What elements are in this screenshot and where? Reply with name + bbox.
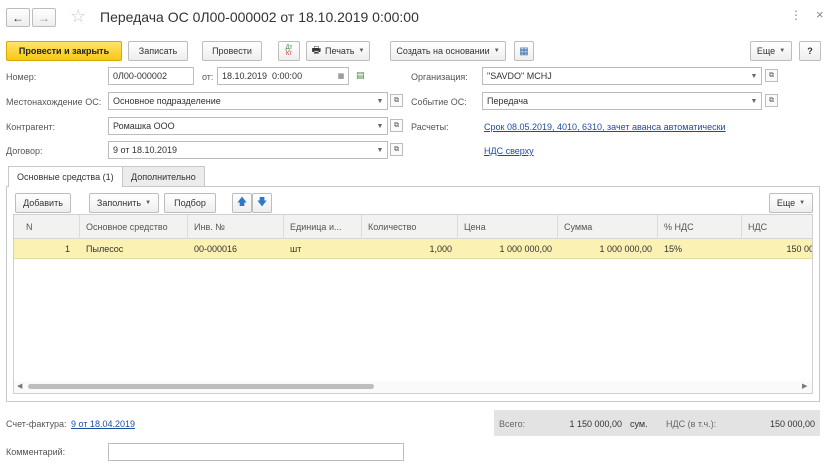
- print-button[interactable]: 🖶 Печать ▼: [306, 41, 370, 61]
- contractor-field[interactable]: Ромашка ООО: [108, 117, 388, 135]
- chevron-down-icon[interactable]: ▼: [747, 67, 761, 85]
- chevron-down-icon[interactable]: ▼: [373, 117, 387, 135]
- fill-date-icon[interactable]: ▤: [356, 70, 365, 81]
- cell-sum: 1 000 000,00: [599, 244, 652, 254]
- tab-panel: Добавить Заполнить ▼ Подбор 🡅 🡇 Еще ▼ N …: [6, 186, 820, 402]
- chevron-down-icon[interactable]: ▼: [747, 92, 761, 110]
- organization-field[interactable]: "SAVDO" MCHJ: [482, 67, 762, 85]
- chevron-down-icon: ▼: [779, 48, 786, 54]
- location-field[interactable]: Основное подразделение: [108, 92, 388, 110]
- contract-field[interactable]: 9 от 18.10.2019: [108, 141, 388, 159]
- chevron-down-icon: ▼: [799, 200, 806, 206]
- vat-included-label: НДС (в т.ч.):: [666, 419, 717, 429]
- more-options-icon[interactable]: ⋮: [790, 8, 802, 22]
- cell-inv-no: 00-000016: [194, 244, 238, 254]
- contract-label: Договор:: [6, 146, 43, 156]
- event-label: Событие ОС:: [411, 97, 467, 107]
- contractor-label: Контрагент:: [6, 122, 56, 132]
- tab-fixed-assets[interactable]: Основные средства (1): [8, 166, 123, 187]
- scroll-left-icon[interactable]: ◀: [17, 382, 22, 390]
- structure-icon: ▦: [519, 45, 529, 57]
- open-event-icon[interactable]: ⧉: [765, 94, 778, 107]
- arrow-up-icon: 🡅: [236, 196, 248, 208]
- add-button[interactable]: Добавить: [15, 193, 71, 213]
- invoice-label: Счет-фактура:: [6, 419, 67, 429]
- chevron-down-icon: ▼: [358, 48, 365, 54]
- total-label: Всего:: [499, 419, 526, 429]
- arrow-down-icon: 🡇: [256, 196, 268, 208]
- help-button[interactable]: ?: [799, 41, 821, 61]
- create-based-on-button[interactable]: Создать на основании ▼: [390, 41, 506, 61]
- settlements-link[interactable]: Срок 08.05.2019, 4010, 6310, зачет аванс…: [484, 122, 726, 132]
- column-header-n[interactable]: N: [14, 215, 80, 239]
- fill-button[interactable]: Заполнить ▼: [89, 193, 159, 213]
- open-location-icon[interactable]: ⧉: [390, 94, 403, 107]
- cell-price: 1 000 000,00: [499, 244, 552, 254]
- settlements-label: Расчеты:: [411, 122, 449, 132]
- page-title: Передача ОС 0Л00-000002 от 18.10.2019 0:…: [100, 9, 419, 25]
- cell-vat-rate: 15%: [664, 244, 683, 254]
- post-and-close-button[interactable]: Провести и закрыть: [6, 41, 122, 61]
- chevron-down-icon: ▼: [145, 200, 152, 206]
- calendar-icon[interactable]: ▦: [334, 67, 348, 85]
- arrow-left-icon: ←: [12, 10, 24, 25]
- open-organization-icon[interactable]: ⧉: [765, 69, 778, 82]
- vat-included-value: 150 000,00: [769, 419, 815, 429]
- location-label: Местонахождение ОС:: [6, 97, 102, 107]
- open-contract-icon[interactable]: ⧉: [390, 143, 403, 156]
- column-header-sum[interactable]: Сумма: [558, 215, 658, 239]
- dt-kt-icon: Дт Кт: [285, 45, 293, 57]
- date-field[interactable]: 18.10.2019 0:00:00: [217, 67, 349, 85]
- cell-n: 1: [64, 244, 70, 254]
- tab-additional[interactable]: Дополнительно: [122, 166, 205, 186]
- printer-icon: 🖶: [311, 44, 322, 56]
- cell-vat: 150 00: [786, 244, 813, 254]
- select-button[interactable]: Подбор: [164, 193, 216, 213]
- arrow-right-icon: →: [38, 10, 50, 25]
- column-header-unit[interactable]: Единица и...: [284, 215, 362, 239]
- vat-on-top-link[interactable]: НДС сверху: [484, 146, 534, 156]
- number-label: Номер:: [6, 72, 37, 82]
- comment-label: Комментарий:: [6, 447, 66, 457]
- report-structure-button[interactable]: ▦: [514, 41, 534, 61]
- column-header-inv-no[interactable]: Инв. №: [188, 215, 284, 239]
- forward-button[interactable]: →: [32, 8, 56, 27]
- save-button[interactable]: Записать: [128, 41, 188, 61]
- back-button[interactable]: ←: [6, 8, 30, 27]
- dt-kt-button[interactable]: Дт Кт: [278, 41, 300, 61]
- date-label: от:: [202, 72, 214, 82]
- scrollbar-thumb[interactable]: [28, 384, 374, 389]
- cell-quantity: 1,000: [429, 244, 452, 254]
- comment-field[interactable]: [108, 443, 404, 461]
- chevron-down-icon[interactable]: ▼: [373, 92, 387, 110]
- scroll-right-icon[interactable]: ▶: [802, 382, 807, 390]
- column-header-vat-rate[interactable]: % НДС: [658, 215, 742, 239]
- table-row[interactable]: 1 Пылесос 00-000016 шт 1,000 1 000 000,0…: [14, 239, 813, 259]
- number-field[interactable]: 0Л00-000002: [108, 67, 194, 85]
- post-button[interactable]: Провести: [202, 41, 262, 61]
- cell-asset: Пылесос: [86, 244, 124, 254]
- open-contractor-icon[interactable]: ⧉: [390, 119, 403, 132]
- horizontal-scrollbar[interactable]: ◀ ▶: [14, 381, 812, 393]
- column-header-vat[interactable]: НДС: [742, 215, 812, 239]
- event-field[interactable]: Передача: [482, 92, 762, 110]
- column-header-asset[interactable]: Основное средство: [80, 215, 188, 239]
- move-up-button[interactable]: 🡅: [232, 193, 252, 213]
- currency-label: сум.: [630, 419, 648, 429]
- favorite-star-icon[interactable]: ☆: [70, 6, 86, 27]
- cell-unit: шт: [290, 244, 302, 254]
- table-more-button[interactable]: Еще ▼: [769, 193, 813, 213]
- more-button[interactable]: Еще ▼: [750, 41, 792, 61]
- close-icon[interactable]: ×: [816, 7, 824, 22]
- total-value: 1 150 000,00: [569, 419, 622, 429]
- assets-table: N Основное средство Инв. № Единица и... …: [13, 214, 813, 394]
- column-header-quantity[interactable]: Количество: [362, 215, 458, 239]
- chevron-down-icon[interactable]: ▼: [373, 141, 387, 159]
- organization-label: Организация:: [411, 72, 468, 82]
- column-header-price[interactable]: Цена: [458, 215, 558, 239]
- table-header: N Основное средство Инв. № Единица и... …: [14, 215, 812, 239]
- chevron-down-icon: ▼: [493, 48, 500, 54]
- move-down-button[interactable]: 🡇: [252, 193, 272, 213]
- invoice-link[interactable]: 9 от 18.04.2019: [71, 419, 135, 429]
